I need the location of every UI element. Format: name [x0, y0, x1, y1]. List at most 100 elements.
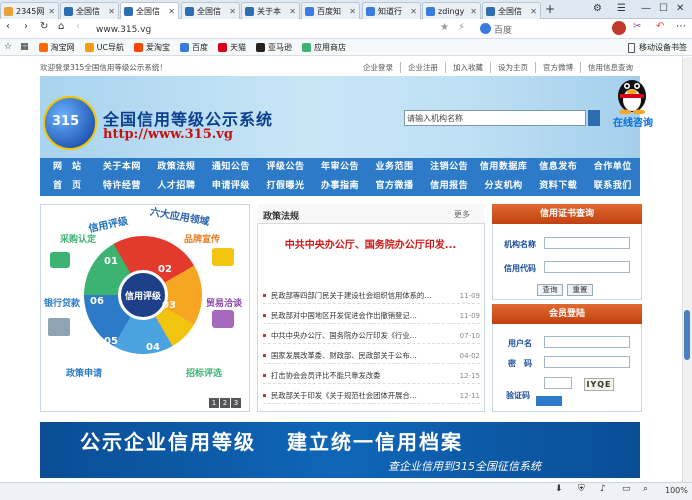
baidu-icon[interactable] — [480, 23, 491, 34]
nav-link[interactable]: 打假曝光 — [258, 177, 313, 196]
credit-code-input[interactable] — [544, 261, 630, 273]
news-item[interactable]: 中共中央办公厅、国务院办公厅印发《行业… 07-10 — [263, 328, 480, 344]
nav-link[interactable]: 通知公告 — [204, 158, 259, 177]
browser-tab[interactable]: 2345网 ✕ — [0, 2, 59, 19]
download-icon[interactable]: ⬇ — [555, 484, 563, 494]
query-button[interactable]: 查询 — [537, 284, 563, 296]
nav-link[interactable]: 资料下载 — [531, 177, 586, 196]
nav-link[interactable]: 信用报告 — [422, 177, 477, 196]
tab-close-icon[interactable]: ✕ — [289, 7, 296, 16]
bookmark-item[interactable]: 淘宝网 — [38, 42, 75, 53]
nav-link[interactable]: 网 站 — [40, 158, 95, 177]
browser-tab[interactable]: 全国信 ✕ — [181, 2, 240, 19]
browser-tab[interactable]: 全国信 ✕ — [120, 2, 179, 19]
slide-page-button[interactable]: 2 — [220, 398, 230, 408]
nav-link[interactable]: 关于本网 — [95, 158, 150, 177]
nav-link[interactable]: 特许经营 — [95, 177, 150, 196]
news-item[interactable]: 民政部等四部门民关于建设社会组织信用体系的… 11-09 — [263, 288, 480, 304]
bookmark-item[interactable]: 爱淘宝 — [134, 42, 170, 53]
search-icon[interactable]: ⌕ — [643, 484, 648, 494]
top-link[interactable]: 官方微博 — [535, 61, 580, 73]
scrollbar-thumb[interactable] — [684, 310, 690, 360]
reload-icon[interactable]: ↻ — [40, 21, 48, 32]
nav-link[interactable]: 信息发布 — [531, 158, 586, 177]
slide-page-button[interactable]: 1 — [209, 398, 219, 408]
nav-link[interactable]: 信用数据库 — [476, 158, 531, 177]
search-engine-input[interactable]: 百度 — [494, 22, 604, 37]
news-headline[interactable]: 中共中央办公厅、国务院办公厅印发... — [263, 236, 478, 251]
browser-tab[interactable]: zdingy ✕ — [422, 2, 481, 19]
lightning-icon[interactable]: ⚡ — [458, 22, 465, 33]
forward-icon[interactable]: › — [24, 21, 28, 32]
top-link[interactable]: 信用信息查询 — [580, 61, 640, 73]
captcha-image[interactable]: IYQE — [584, 378, 614, 391]
browser-tab[interactable]: 关于本 ✕ — [241, 2, 300, 19]
maximize-icon[interactable]: ☐ — [659, 3, 668, 14]
news-item[interactable]: 民政部对中国地区开发促进会作出撤销登记… 11-09 — [263, 308, 480, 324]
settings-icon[interactable]: ⚙ — [593, 3, 602, 14]
browser-tab[interactable]: 百度知 ✕ — [301, 2, 360, 19]
minimize-icon[interactable]: — — [641, 3, 651, 14]
captcha-input[interactable] — [544, 377, 572, 389]
tab-close-icon[interactable]: ✕ — [349, 7, 356, 16]
bookmark-item[interactable]: 应用商店 — [302, 42, 346, 53]
org-search-input[interactable]: 请输入机构名称 — [404, 110, 586, 126]
new-tab-button[interactable]: + — [545, 2, 555, 16]
password-input[interactable] — [544, 356, 630, 368]
top-link[interactable]: 企业注册 — [400, 61, 445, 73]
tab-close-icon[interactable]: ✕ — [530, 7, 537, 16]
tab-close-icon[interactable]: ✕ — [229, 7, 236, 16]
browser-tab[interactable]: 知道行 ✕ — [362, 2, 421, 19]
org-name-input[interactable] — [544, 237, 630, 249]
news-more-link[interactable]: 更多 — [454, 209, 470, 220]
online-consult-link[interactable]: 在线咨询 — [613, 114, 653, 129]
nav-link[interactable]: 年审公告 — [313, 158, 368, 177]
scrollbar[interactable] — [682, 57, 692, 482]
window-icon[interactable]: ▭ — [622, 484, 631, 494]
top-link[interactable]: 设为主页 — [490, 61, 535, 73]
star-icon[interactable]: ☆ — [4, 42, 12, 52]
news-item[interactable]: 国家发展改革委、财政部、民政部关于公布… 04-02 — [263, 348, 480, 364]
reset-button[interactable]: 重置 — [567, 284, 593, 296]
nav-link[interactable]: 官方微播 — [367, 177, 422, 196]
username-input[interactable] — [544, 336, 630, 348]
bookmark-item[interactable]: UC导航 — [84, 42, 124, 53]
undo-close-icon[interactable]: ↶ — [656, 21, 664, 32]
qq-penguin-icon[interactable] — [612, 72, 652, 114]
tab-close-icon[interactable]: ✕ — [410, 7, 417, 16]
bookmark-item[interactable]: 百度 — [180, 42, 208, 53]
undo-icon[interactable]: ‹ — [76, 21, 80, 32]
nav-link[interactable]: 联系我们 — [585, 177, 640, 196]
close-window-icon[interactable]: ✕ — [676, 3, 684, 14]
news-item[interactable]: 打击协会会员评比不能只靠发改委 12-15 — [263, 368, 480, 384]
tab-close-icon[interactable]: ✕ — [48, 7, 55, 16]
nav-link[interactable]: 政策法规 — [149, 158, 204, 177]
browser-tab[interactable]: 全国信 ✕ — [60, 2, 119, 19]
slide-page-button[interactable]: 3 — [231, 398, 241, 408]
sound-icon[interactable]: ♪ — [600, 484, 606, 494]
nav-link[interactable]: 办事指南 — [313, 177, 368, 196]
tab-close-icon[interactable]: ✕ — [168, 7, 175, 16]
nav-link[interactable]: 申请评级 — [204, 177, 259, 196]
shield-icon[interactable]: ⛨ — [578, 484, 585, 494]
nav-link[interactable]: 合作单位 — [585, 158, 640, 177]
nav-link[interactable]: 注销公告 — [422, 158, 477, 177]
top-link[interactable]: 加入收藏 — [445, 61, 490, 73]
login-button[interactable] — [536, 396, 562, 406]
mobile-bookmarks[interactable]: 移动设备书签 — [628, 42, 687, 53]
nav-link[interactable]: 人才招聘 — [149, 177, 204, 196]
nav-link[interactable]: 分支机构 — [476, 177, 531, 196]
bookmark-item[interactable]: 亚马逊 — [256, 42, 292, 53]
nav-link[interactable]: 评级公告 — [258, 158, 313, 177]
home-icon[interactable]: ⌂ — [58, 21, 64, 32]
scissors-icon[interactable]: ✂ — [633, 21, 641, 32]
nav-link[interactable]: 首 页 — [40, 177, 95, 196]
url-input[interactable]: www.315.vg — [96, 22, 422, 37]
star-icon[interactable]: ★ — [440, 22, 449, 33]
menu-icon[interactable]: ☰ — [617, 3, 626, 14]
back-icon[interactable]: ‹ — [6, 21, 10, 32]
browser-tab[interactable]: 全国信 ✕ — [482, 2, 541, 19]
nav-link[interactable]: 业务范围 — [367, 158, 422, 177]
news-item[interactable]: 民政部关于印发《关于规范社会团体开展合… 12-11 — [263, 388, 480, 404]
avatar[interactable] — [612, 21, 626, 35]
